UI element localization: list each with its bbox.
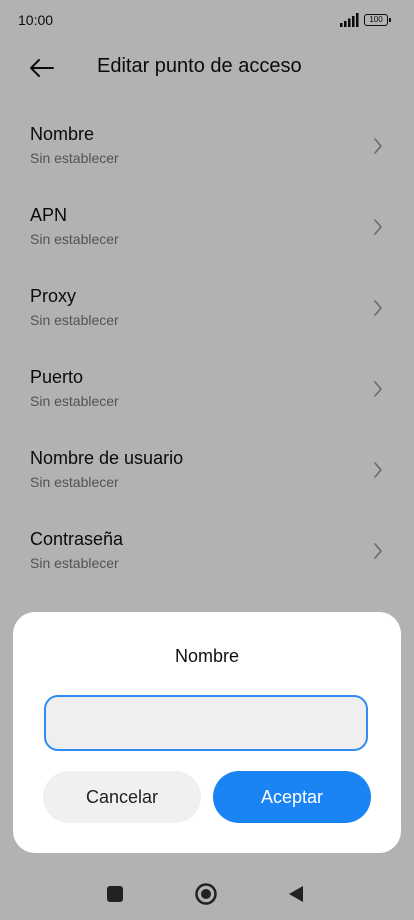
dialog-title: Nombre — [174, 646, 240, 666]
accept-button[interactable]: Aceptar — [213, 771, 371, 823]
recents-icon[interactable] — [107, 886, 123, 902]
home-icon[interactable] — [194, 882, 218, 906]
cancel-button[interactable]: Cancelar — [43, 771, 201, 823]
navigation-bar — [0, 860, 414, 920]
back-triangle-icon[interactable] — [287, 885, 305, 903]
name-input[interactable] — [44, 695, 368, 751]
name-dialog: Nombre Cancelar Aceptar — [13, 612, 401, 853]
screen: 10:00 100 Editar punto de acceso Nombre … — [0, 0, 414, 920]
